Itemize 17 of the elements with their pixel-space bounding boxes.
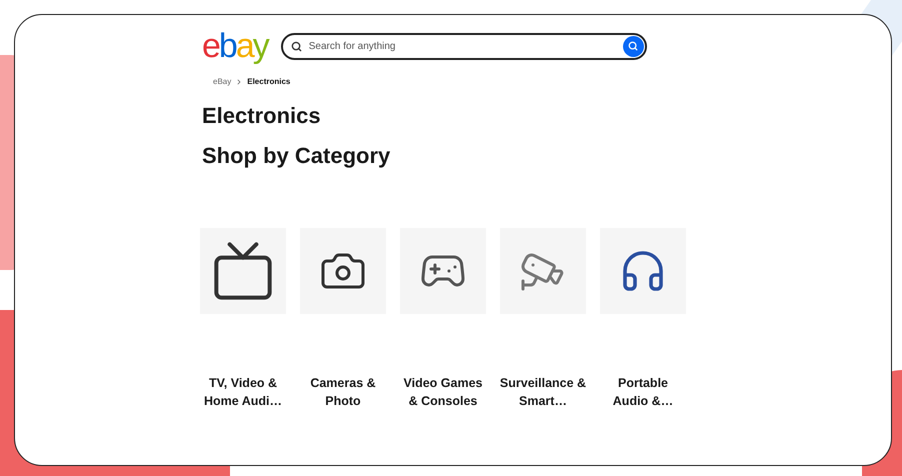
- category-link[interactable]: TV, Video & Home Audi…: [199, 374, 287, 410]
- product-photo[interactable]: [300, 228, 386, 314]
- product-photo[interactable]: [600, 228, 686, 314]
- search-field[interactable]: Search for anything: [280, 32, 647, 60]
- breadcrumb-link[interactable]: eBay: [213, 76, 232, 88]
- product-photo[interactable]: [400, 228, 486, 314]
- search-icon: [628, 41, 638, 51]
- category-link[interactable]: Surveillance & Smart…: [499, 374, 587, 410]
- product-photo[interactable]: [200, 228, 286, 314]
- category-link[interactable]: Portable Audio &…: [599, 374, 687, 410]
- search-icon: [290, 40, 302, 52]
- breadcrumb-link[interactable]: Electronics: [247, 76, 290, 88]
- section-title: Shop by Category: [202, 142, 392, 170]
- category-link[interactable]: Cameras & Photo: [299, 374, 387, 410]
- page-title: Electronics: [202, 102, 322, 130]
- category-link[interactable]: Video Games & Consoles: [399, 374, 487, 410]
- ebay-logo[interactable]: ebay: [202, 29, 268, 63]
